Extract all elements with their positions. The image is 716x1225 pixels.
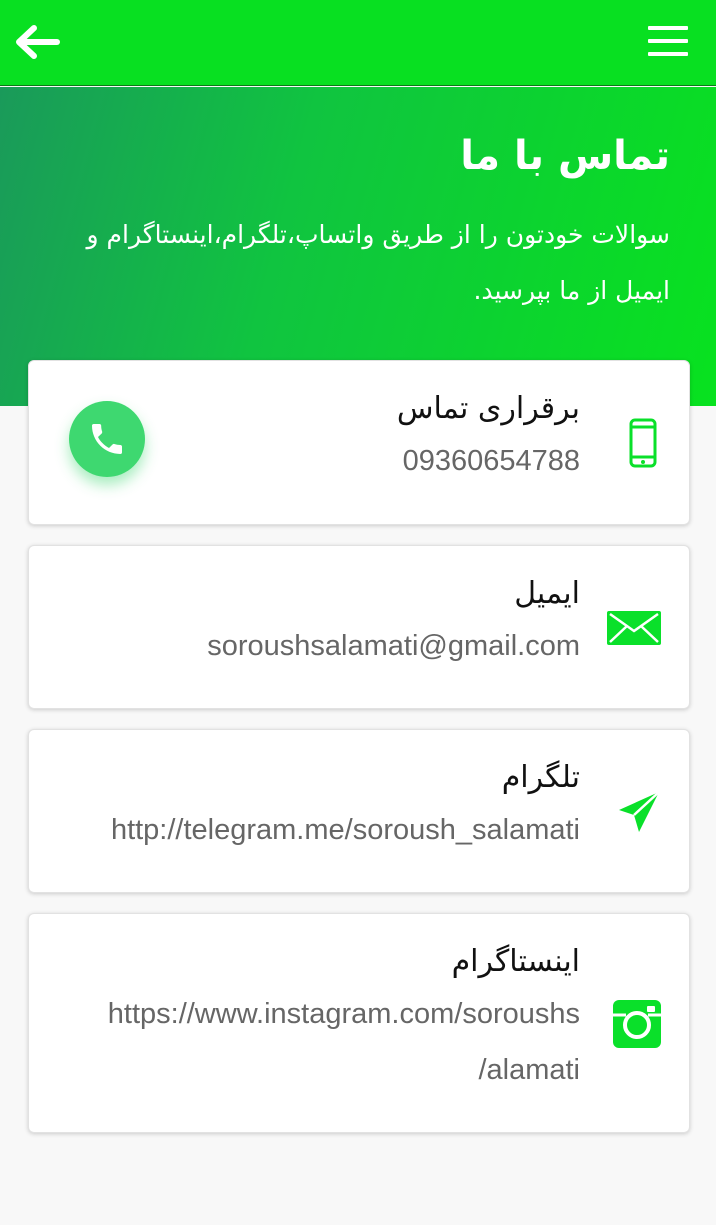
instagram-link-line1[interactable]: https://www.instagram.com/soroushs bbox=[108, 998, 580, 1031]
telegram-link[interactable]: http://telegram.me/soroush_salamati bbox=[111, 814, 580, 847]
hamburger-line bbox=[648, 52, 688, 56]
back-button[interactable] bbox=[12, 20, 62, 64]
mobile-phone-icon bbox=[625, 417, 661, 469]
paper-plane-icon bbox=[617, 790, 661, 834]
menu-button[interactable] bbox=[648, 26, 690, 58]
instagram-contact-card[interactable]: اینستاگرام https://www.instagram.com/sor… bbox=[28, 913, 690, 1133]
hamburger-menu-icon bbox=[648, 26, 688, 30]
hero-banner: تماس با ما سوالات خودتون را از طریق واتس… bbox=[0, 87, 716, 406]
phone-contact-card[interactable]: برقراری تماس 09360654788 bbox=[28, 360, 690, 525]
page-description: سوالات خودتون را از طریق واتساپ،تلگرام،ا… bbox=[86, 220, 670, 305]
camera-icon bbox=[613, 1000, 661, 1048]
instagram-link-line2[interactable]: /alamati bbox=[478, 1054, 580, 1087]
phone-number: 09360654788 bbox=[402, 445, 580, 477]
top-app-bar bbox=[0, 0, 716, 86]
telegram-contact-card[interactable]: تلگرام http://telegram.me/soroush_salama… bbox=[28, 729, 690, 893]
telegram-card-title: تلگرام bbox=[501, 760, 580, 795]
envelope-icon bbox=[607, 610, 661, 646]
call-button[interactable] bbox=[69, 401, 145, 477]
phone-card-title: برقراری تماس bbox=[396, 391, 580, 426]
call-icon bbox=[92, 424, 122, 454]
email-contact-card[interactable]: ایمیل soroushsalamati@gmail.com bbox=[28, 545, 690, 709]
arrow-left-icon bbox=[16, 25, 60, 59]
email-address[interactable]: soroushsalamati@gmail.com bbox=[207, 630, 580, 663]
page-title: تماس با ما bbox=[460, 133, 670, 179]
instagram-card-title: اینستاگرام bbox=[451, 944, 580, 979]
hamburger-line bbox=[648, 39, 688, 43]
email-card-title: ایمیل bbox=[514, 576, 580, 611]
